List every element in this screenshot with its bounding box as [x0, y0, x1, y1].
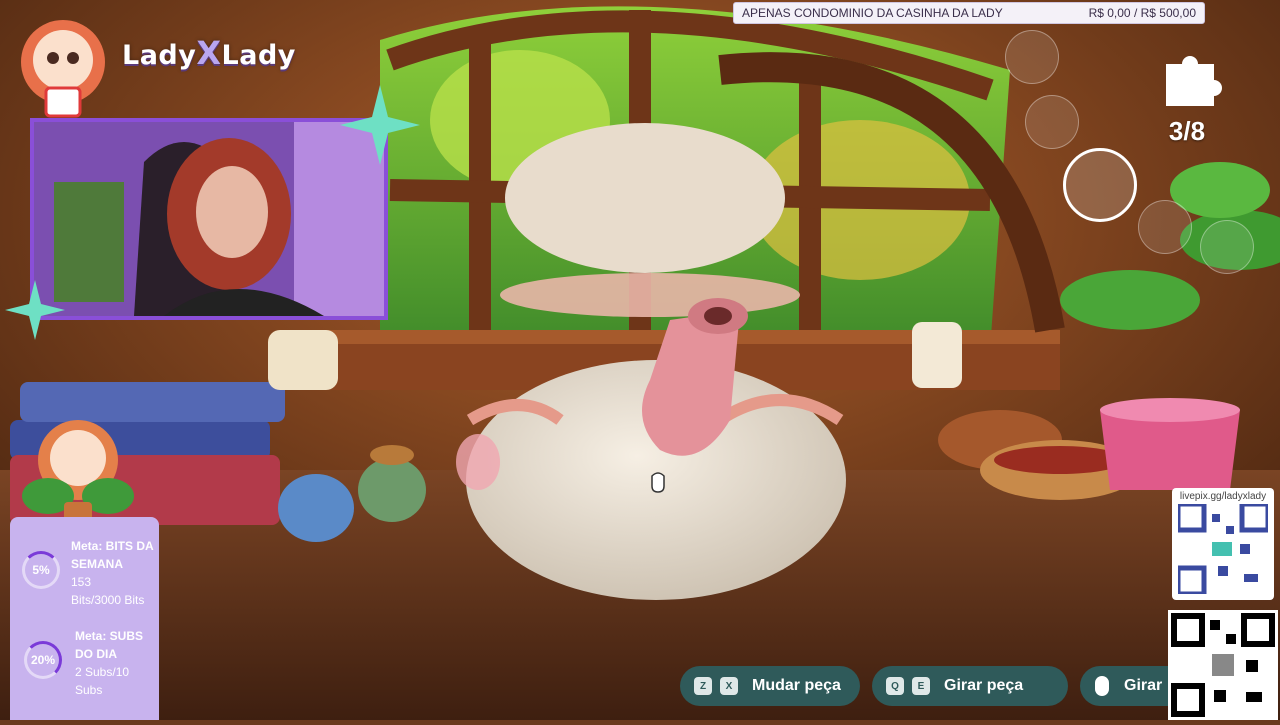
- sparkle-icon: [340, 85, 420, 165]
- qr-code-secondary[interactable]: [1168, 610, 1278, 720]
- streamer-avatar-plant-icon: [22, 420, 134, 526]
- rotate-piece-label: Girar peça: [944, 677, 1024, 694]
- logo-right: Lady: [221, 40, 296, 71]
- bits-progress-ring: 5%: [22, 551, 60, 589]
- piece-slot-selected[interactable]: [1063, 148, 1137, 222]
- change-piece-label: Mudar peça: [752, 677, 841, 694]
- bits-value-1: 153: [71, 575, 92, 589]
- puzzle-piece-icon: [1166, 56, 1222, 106]
- goal-amount: R$ 0,00 / R$ 500,00: [1088, 6, 1196, 20]
- mouse-icon: [1095, 676, 1109, 696]
- qr-code-icon: [1175, 501, 1271, 597]
- rotate-piece-control[interactable]: Q E Girar peça: [872, 666, 1068, 706]
- subs-label-2: DO DIA: [75, 647, 117, 661]
- subs-progress-ring: 20%: [24, 641, 62, 679]
- logo-left: Lady: [122, 40, 197, 71]
- piece-slot[interactable]: [1138, 200, 1192, 254]
- subs-value-1: 2 Subs/10: [75, 665, 130, 679]
- qr-code-icon: [1171, 613, 1275, 717]
- key-z: Z: [694, 677, 712, 695]
- bits-percent: 5%: [32, 563, 50, 577]
- piece-slot[interactable]: [1025, 95, 1079, 149]
- key-x: X: [720, 677, 738, 695]
- game-viewport[interactable]: [0, 0, 1280, 720]
- teapot-lid: [505, 123, 785, 273]
- game-scene: [0, 0, 1280, 720]
- rotate-mouse-label: Girar: [1124, 677, 1163, 694]
- sparkle-icon: [5, 280, 65, 340]
- hand-cursor-icon: [651, 472, 665, 493]
- goals-panel: 5% Meta: BITS DA SEMANA 153 Bits/3000 Bi…: [10, 517, 159, 720]
- logo-x: X: [196, 34, 222, 72]
- subs-percent: 20%: [30, 653, 56, 667]
- livepix-url: livepix.gg/ladyxlady: [1179, 491, 1267, 502]
- webcam-frame: [30, 118, 388, 320]
- livepix-qr-card[interactable]: livepix.gg/ladyxlady: [1172, 488, 1274, 600]
- subs-label-1: Meta: SUBS: [75, 629, 144, 643]
- key-e: E: [912, 677, 930, 695]
- piece-slot[interactable]: [1005, 30, 1059, 84]
- streamer-avatar-icon: [21, 20, 105, 118]
- bits-value-2: Bits/3000 Bits: [71, 593, 145, 607]
- puzzle-counter: 3/8: [1168, 116, 1206, 146]
- donation-goal-bar: APENAS CONDOMINIO DA CASINHA DA LADY R$ …: [733, 2, 1205, 24]
- key-q: Q: [886, 677, 904, 695]
- subs-value-2: Subs: [75, 683, 103, 697]
- change-piece-control[interactable]: Z X Mudar peça: [680, 666, 860, 706]
- jar-blue: [278, 474, 354, 542]
- channel-logo: LadyXLady: [122, 34, 296, 72]
- goal-title: APENAS CONDOMINIO DA CASINHA DA LADY: [742, 6, 1003, 20]
- bits-label-2: SEMANA: [71, 557, 124, 571]
- bits-goal-text: Meta: BITS DA SEMANA 153 Bits/3000 Bits: [71, 537, 156, 609]
- subs-goal-text: Meta: SUBS DO DIA 2 Subs/10 Subs: [75, 627, 155, 699]
- webcam-feed: [34, 122, 384, 316]
- bits-label-1: Meta: BITS DA: [71, 539, 154, 553]
- piece-slot[interactable]: [1200, 220, 1254, 274]
